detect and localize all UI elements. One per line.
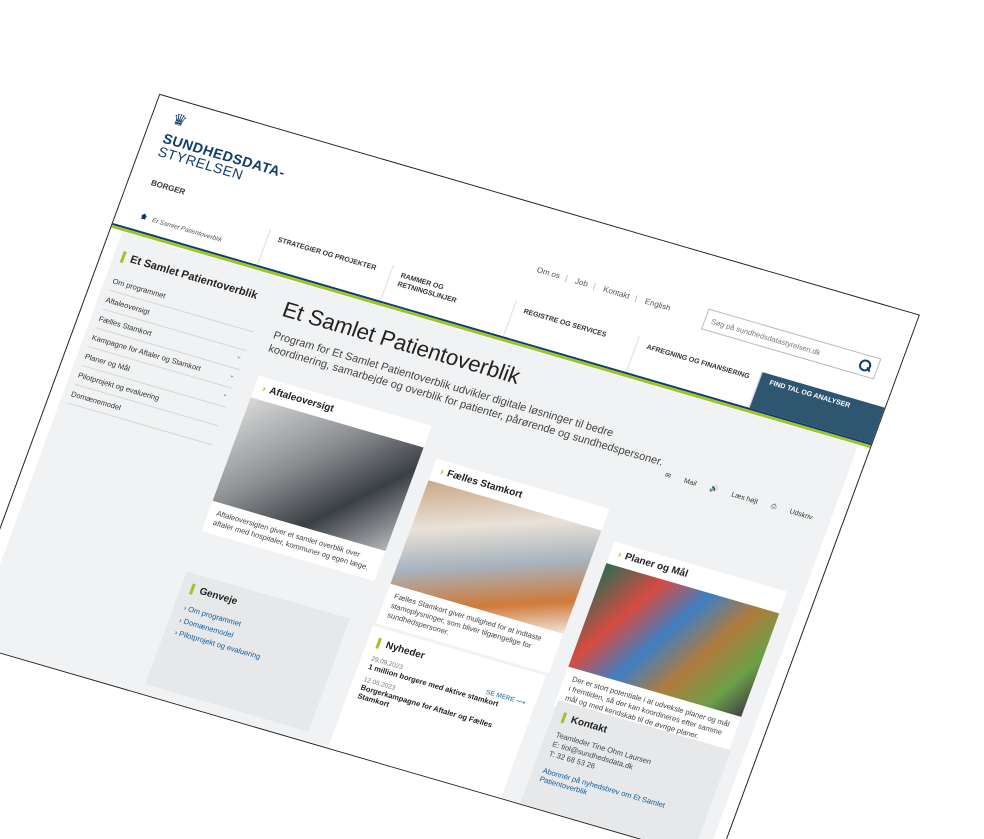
arrow-icon: › — [438, 466, 446, 478]
chevron-down-icon[interactable]: ⌄ — [221, 390, 229, 398]
util-kontakt[interactable]: Kontakt — [602, 285, 631, 301]
search-placeholder: Søg på sundhedsdatastyrelsen.dk — [709, 317, 822, 358]
chevron-down-icon[interactable]: ⌄ — [228, 371, 236, 380]
web-page: ♛ SUNDHEDSDATA- STYRELSEN BORGER Om os | … — [0, 95, 919, 839]
home-icon[interactable] — [140, 213, 148, 220]
arrow-icon: › — [260, 383, 268, 395]
util-om-os[interactable]: Om os — [536, 265, 562, 280]
util-english[interactable]: English — [644, 297, 672, 313]
util-job[interactable]: Job — [574, 277, 590, 289]
utility-links: Om os | Job | Kontakt | English — [535, 265, 672, 313]
screenshot-stage: ♛ SUNDHEDSDATA- STYRELSEN BORGER Om os | … — [0, 0, 984, 839]
chevron-down-icon[interactable]: ⌄ — [235, 352, 243, 361]
search-icon[interactable] — [857, 358, 873, 373]
crown-logo-icon: ♛ — [169, 110, 190, 131]
arrow-icon: › — [616, 549, 624, 561]
section-borger[interactable]: BORGER — [150, 178, 187, 196]
